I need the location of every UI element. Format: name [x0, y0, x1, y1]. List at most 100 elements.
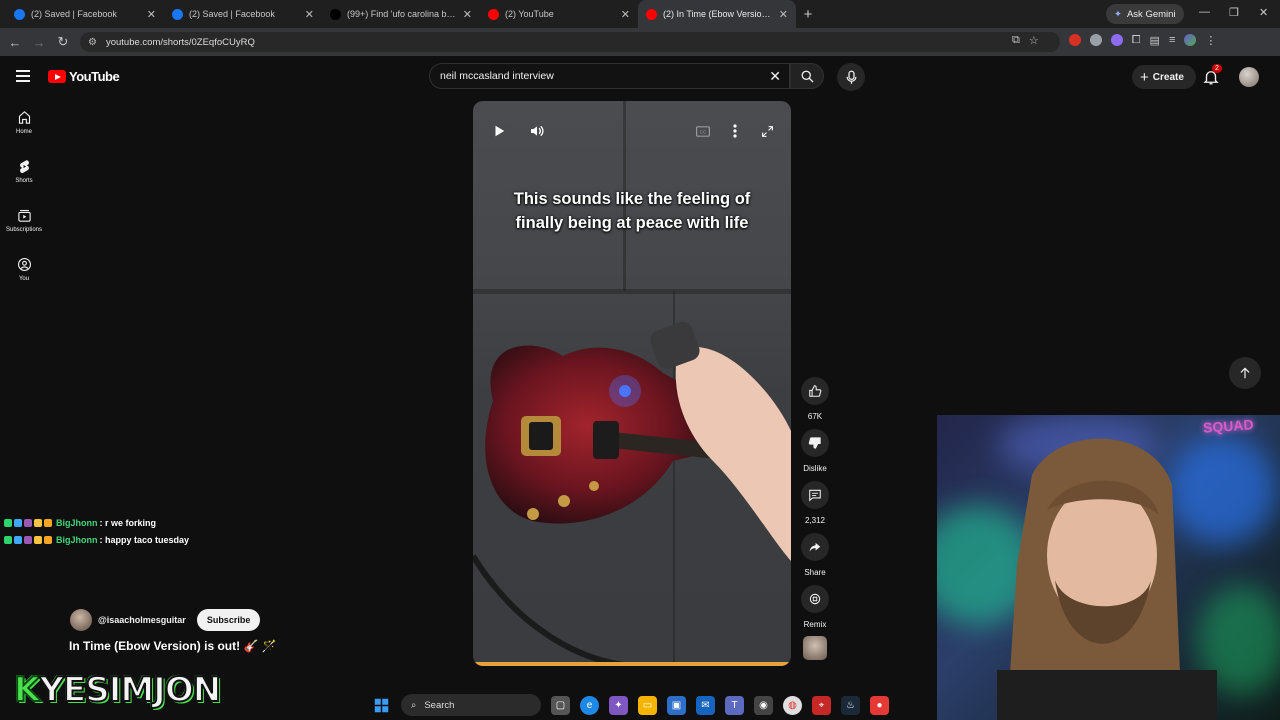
tab-list: (2) Saved | Facebook ✕ (2) Saved | Faceboo…: [0, 0, 796, 28]
red-app-icon[interactable]: ●: [870, 695, 889, 715]
nav-label-you: You: [18, 276, 30, 282]
video-progress-bar[interactable]: [473, 662, 791, 666]
remix-button[interactable]: Remix: [799, 585, 831, 629]
browser-tab[interactable]: (2) Saved | Facebook ✕: [164, 0, 322, 28]
guitar-knob: [558, 495, 570, 507]
store-icon[interactable]: ▣: [667, 695, 686, 715]
steam-icon[interactable]: ♨: [841, 695, 860, 715]
subscribe-button[interactable]: Subscribe: [196, 609, 261, 631]
more-options-button[interactable]: [722, 118, 748, 144]
browser-tab[interactable]: (99+) Find 'ufo carolina beach n ✕: [322, 0, 480, 28]
site-info-icon[interactable]: ⚙: [88, 37, 97, 48]
account-avatar[interactable]: [1239, 67, 1259, 87]
youtube-logo[interactable]: YouTube: [48, 69, 120, 84]
volume-button[interactable]: [524, 118, 550, 144]
browser-tab[interactable]: (2) In Time (Ebow Version) is ou ✕: [638, 0, 796, 28]
channel-row: @isaacholmesguitar Subscribe: [70, 609, 261, 631]
notification-count-badge: 2: [1212, 64, 1222, 73]
nav-item-shorts[interactable]: Shorts: [0, 147, 48, 196]
thumbs-down-icon: [808, 437, 821, 449]
new-tab-button[interactable]: +: [796, 6, 820, 23]
dislike-button[interactable]: Dislike: [799, 429, 831, 473]
watermark-k: K: [13, 669, 41, 711]
left-guide-nav: Home Shorts Subscriptions You: [0, 98, 48, 294]
chat-badges: [4, 535, 52, 544]
browser-tab[interactable]: (2) YouTube ✕: [480, 0, 638, 28]
shorts-icon: [19, 160, 29, 174]
close-tab-icon[interactable]: ✕: [779, 8, 788, 21]
menu-icon[interactable]: [16, 70, 30, 82]
play-button[interactable]: [486, 118, 512, 144]
remix-icon: [809, 593, 821, 605]
comments-button[interactable]: 2,312: [799, 481, 831, 525]
reading-list-icon[interactable]: ≡: [1169, 34, 1175, 47]
short-title[interactable]: In Time (Ebow Version) is out! 🎸 🪄: [69, 639, 277, 653]
bookmark-star-icon[interactable]: ☆: [1029, 34, 1039, 47]
close-tab-icon[interactable]: ✕: [463, 8, 472, 21]
app-icon[interactable]: ◉: [754, 695, 773, 715]
extension-red-icon[interactable]: [1068, 34, 1081, 46]
channel-name[interactable]: @isaacholmesguitar: [98, 615, 186, 625]
nav-item-subscriptions[interactable]: Subscriptions: [0, 196, 48, 245]
maps-pin-icon[interactable]: ⌖: [812, 695, 831, 715]
extensions-puzzle-icon[interactable]: ⧠: [1132, 34, 1141, 47]
plus-icon: +: [1140, 68, 1149, 86]
mail-icon[interactable]: ✉: [696, 695, 715, 715]
browser-menu-icon[interactable]: ⋮: [1205, 34, 1216, 47]
captions-button[interactable]: CC: [690, 118, 716, 144]
install-app-icon[interactable]: ⧉: [1012, 34, 1020, 47]
chat-badge-icon: [4, 535, 12, 544]
nav-item-home[interactable]: Home: [0, 98, 48, 147]
remix-label: Remix: [803, 620, 827, 629]
file-explorer-icon[interactable]: ▭: [638, 695, 657, 715]
shorts-video-player[interactable]: This sounds like the feeling of finally …: [473, 101, 791, 666]
copilot-icon[interactable]: ✦: [609, 695, 628, 715]
taskbar-search[interactable]: ⌕ Search: [401, 694, 541, 716]
sound-thumbnail[interactable]: [803, 636, 827, 660]
task-view-icon[interactable]: ▢: [551, 695, 570, 715]
tab-title: (2) In Time (Ebow Version) is ou: [663, 9, 773, 19]
profile-icon[interactable]: [1184, 34, 1197, 46]
extension-gray-icon[interactable]: [1089, 34, 1102, 46]
chat-message: BigJhonn: happy taco tuesday: [4, 531, 189, 548]
youtube-icon: [488, 8, 499, 20]
reload-icon[interactable]: ↻: [51, 34, 75, 50]
teams-icon[interactable]: T: [725, 695, 744, 715]
chrome-icon[interactable]: ◍: [783, 695, 802, 715]
create-button[interactable]: + Create: [1132, 65, 1196, 89]
windows-start-icon[interactable]: [372, 696, 391, 715]
like-button[interactable]: 67K: [799, 377, 831, 421]
minimize-icon[interactable]: —: [1199, 6, 1210, 18]
nav-item-you[interactable]: You: [0, 245, 48, 294]
close-window-icon[interactable]: ✕: [1259, 6, 1268, 19]
microphone-icon: [846, 70, 856, 84]
search-button[interactable]: [790, 63, 824, 89]
close-tab-icon[interactable]: ✕: [305, 8, 314, 21]
previous-short-button[interactable]: [1229, 357, 1261, 389]
close-tab-icon[interactable]: ✕: [147, 8, 156, 21]
video-caption-text: This sounds like the feeling of finally …: [513, 190, 751, 232]
back-icon[interactable]: ←: [3, 35, 27, 50]
subscriptions-icon: [17, 209, 31, 222]
voice-search-button[interactable]: [837, 63, 865, 91]
edge-icon[interactable]: e: [580, 695, 599, 715]
search-icon: [801, 70, 814, 83]
channel-avatar[interactable]: [70, 609, 92, 631]
search-input[interactable]: neil mccasland interview ✕: [429, 63, 790, 89]
video-progress-fill: [473, 662, 791, 666]
chat-badge-icon: [24, 518, 32, 527]
close-tab-icon[interactable]: ✕: [621, 8, 630, 21]
forward-icon[interactable]: →: [27, 35, 51, 50]
side-panel-icon[interactable]: ▤: [1150, 34, 1160, 47]
toolbar-icons: ⧉ ☆ ⧠ ▤ ≡ ⋮: [1012, 34, 1216, 47]
fullscreen-button[interactable]: [754, 118, 780, 144]
browser-tab[interactable]: (2) Saved | Facebook ✕: [6, 0, 164, 28]
ask-gemini-button[interactable]: ✦ Ask Gemini: [1106, 4, 1184, 24]
chat-badge-icon: [44, 518, 52, 527]
clear-search-icon[interactable]: ✕: [769, 68, 781, 85]
restore-icon[interactable]: ❐: [1229, 6, 1239, 19]
address-bar[interactable]: ⚙ youtube.com/shorts/0ZEqfoCUyRQ: [80, 32, 1060, 52]
extension-purple-icon[interactable]: [1110, 34, 1123, 46]
share-label: Share: [804, 568, 826, 577]
share-button[interactable]: Share: [799, 533, 831, 577]
